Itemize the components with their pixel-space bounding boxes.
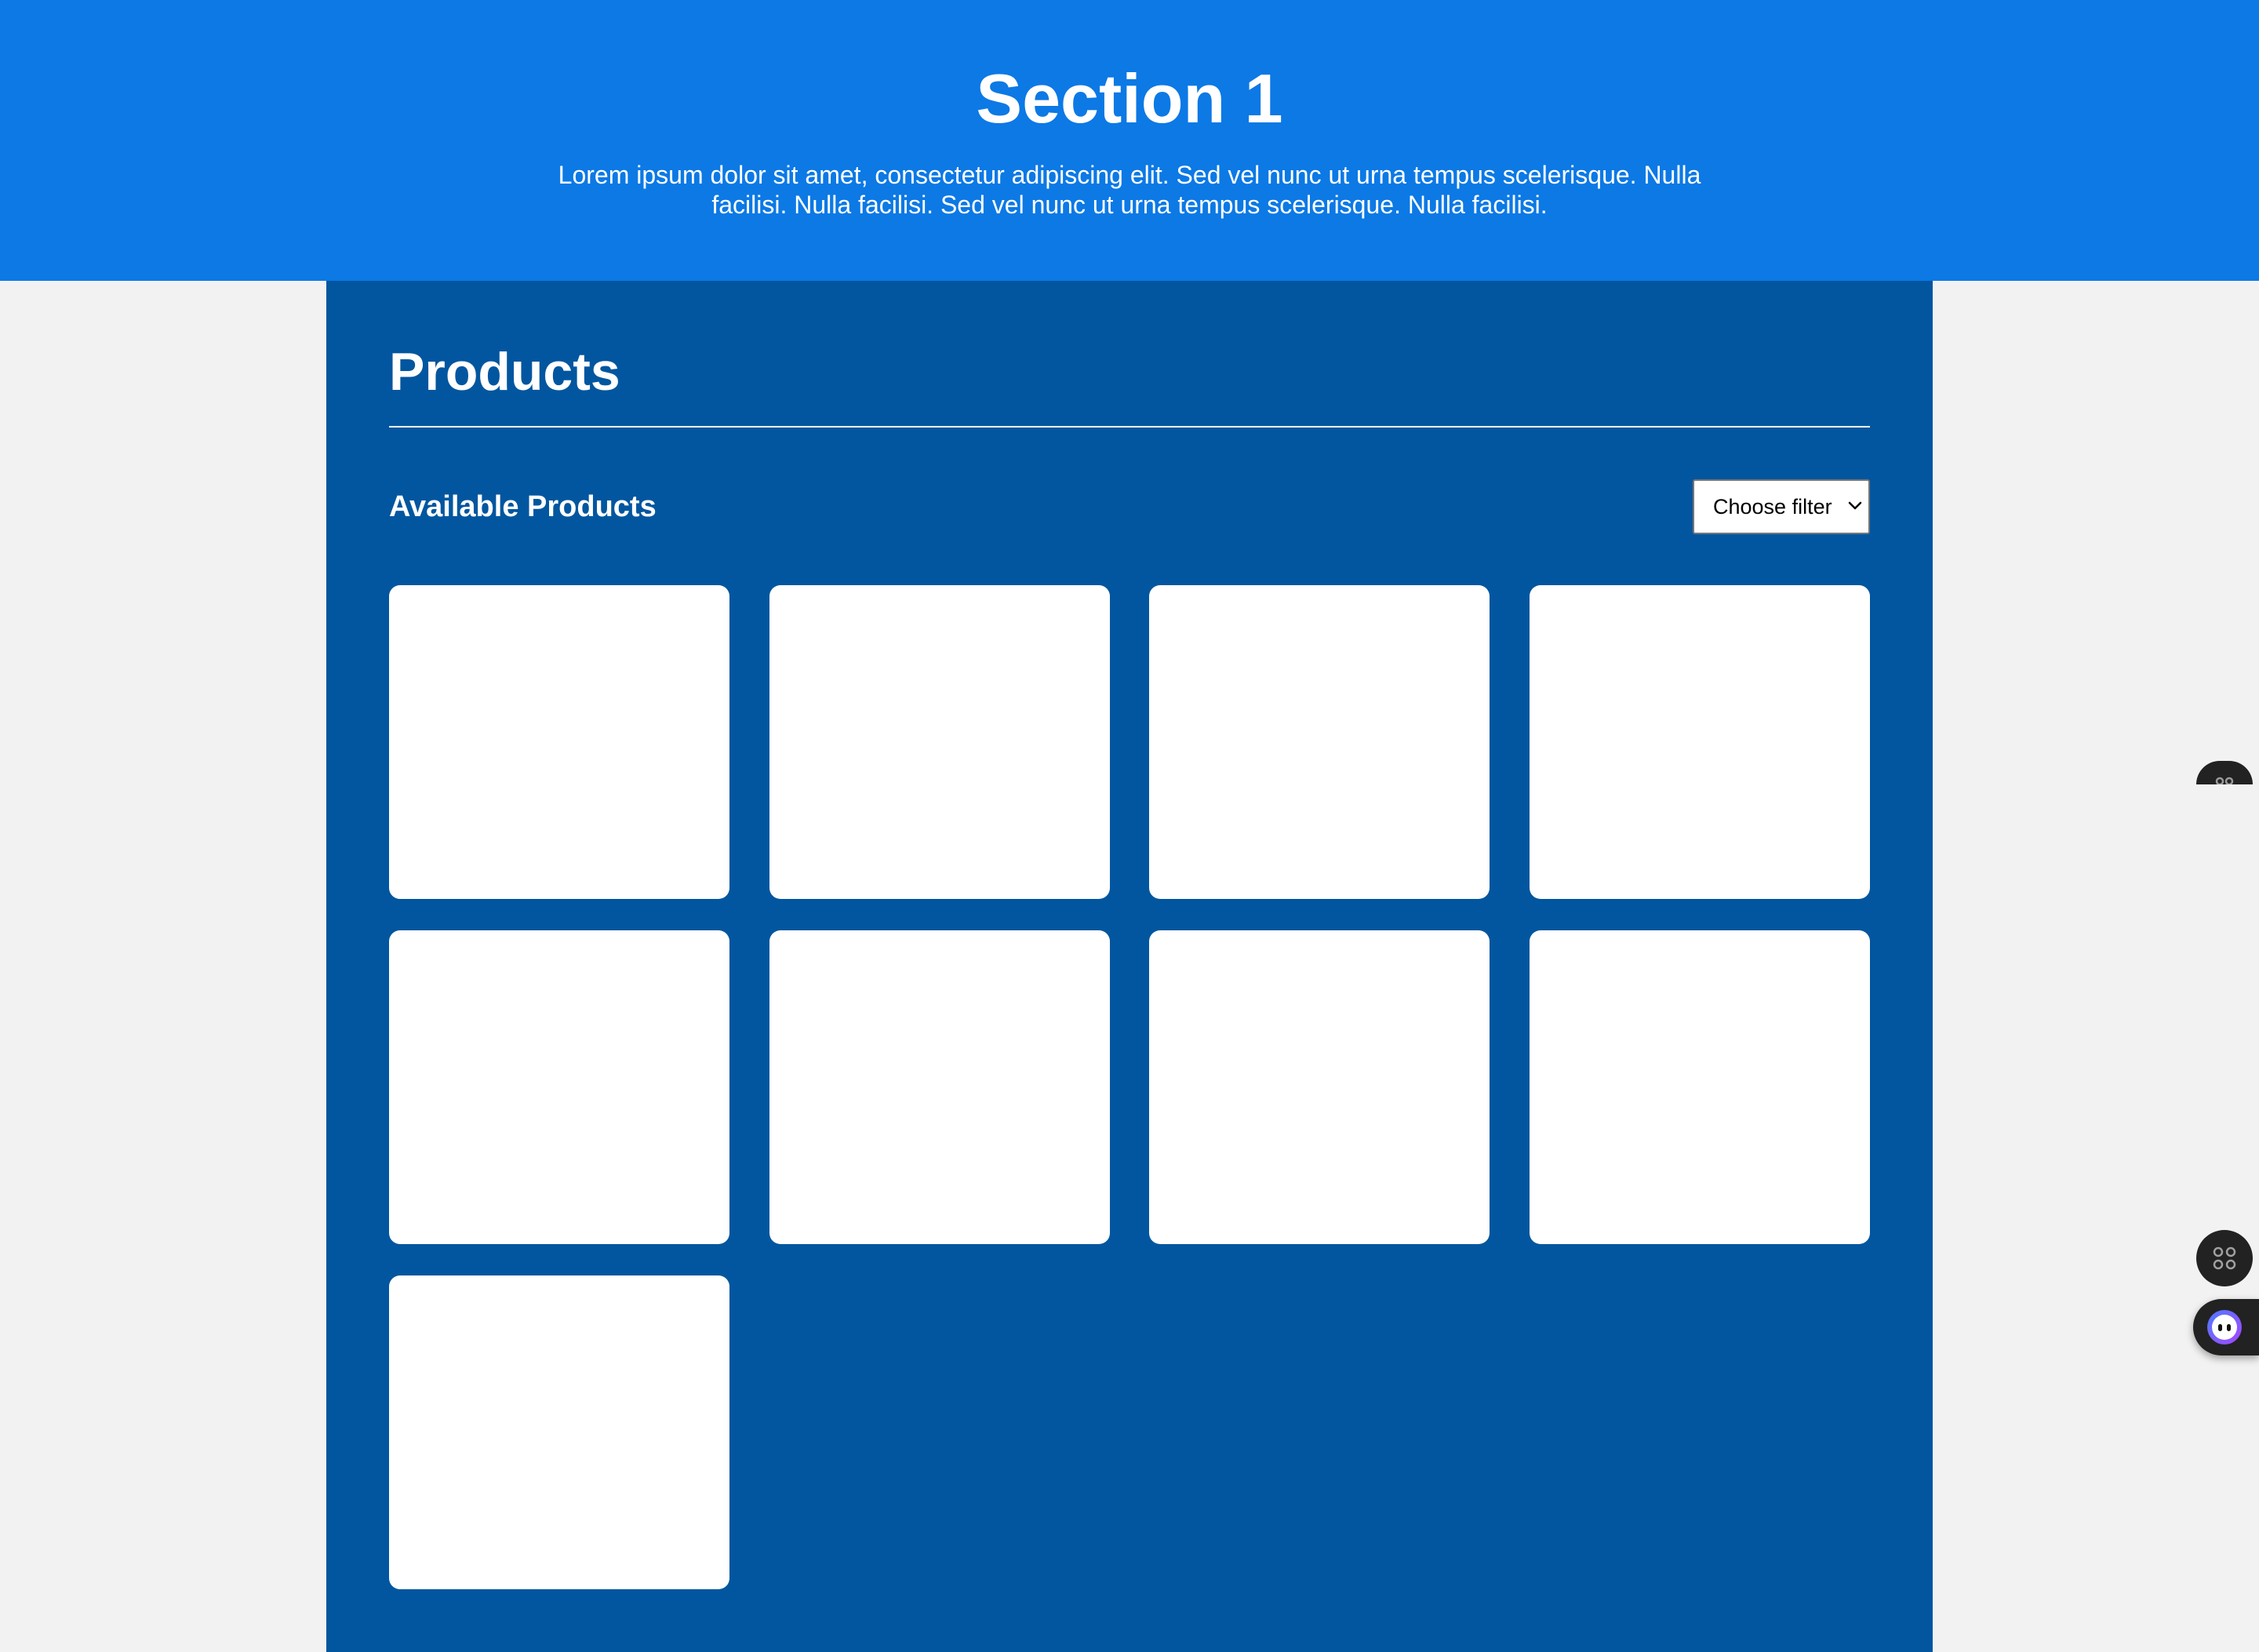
products-divider [389,426,1870,428]
product-card[interactable] [1530,930,1870,1244]
hero-section: Section 1 Lorem ipsum dolor sit amet, co… [0,0,2259,281]
filter-select-value: Choose filter [1713,495,1832,519]
product-card[interactable] [389,585,729,899]
available-products-heading: Available Products [389,490,657,523]
filter-select[interactable]: Choose filter [1693,479,1870,534]
product-card[interactable] [1149,930,1490,1244]
chevron-down-icon [1848,501,1862,510]
command-icon [2215,777,2234,784]
hero-description: Lorem ipsum dolor sit amet, consectetur … [558,161,1701,219]
product-card[interactable] [389,930,729,1244]
assistant-button[interactable] [2193,1299,2259,1355]
hero-title: Section 1 [976,60,1283,137]
products-panel: Products Available Products Choose filte… [326,281,1933,1652]
product-card[interactable] [769,585,1110,899]
assistant-face-icon [2207,1310,2242,1345]
products-title: Products [389,342,620,402]
product-card[interactable] [1149,585,1490,899]
product-card[interactable] [1530,585,1870,899]
command-icon [2213,1246,2236,1270]
product-card[interactable] [769,930,1110,1244]
product-card[interactable] [389,1275,729,1589]
floating-widget-partial[interactable] [2196,761,2253,784]
command-button[interactable] [2196,1230,2253,1286]
